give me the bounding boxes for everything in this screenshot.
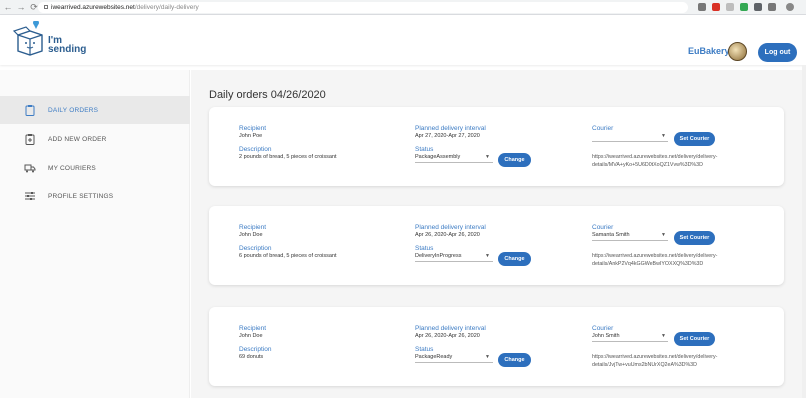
main-content: Daily orders 04/26/2020 Recipient John P… (191, 70, 806, 398)
courier-label: Courier (592, 125, 614, 132)
chevron-down-icon[interactable]: ▼ (485, 253, 490, 259)
chevron-down-icon[interactable]: ▼ (661, 232, 666, 238)
interval-label: Planned delivery interval (415, 325, 486, 332)
truck-icon (24, 164, 36, 173)
status-select-underline (415, 162, 493, 163)
recipient-label: Recipient (239, 325, 267, 332)
sliders-icon (25, 192, 35, 200)
courier-label: Courier (592, 325, 614, 332)
change-status-button[interactable]: Change (498, 153, 531, 167)
delivery-details-link[interactable]: https://iwearrived.azurewebsites.net/del… (592, 353, 732, 369)
set-courier-button[interactable]: Set Courier (674, 132, 715, 146)
sidebar-item-label: MY COURIERS (48, 164, 96, 172)
status-select-underline (415, 362, 493, 363)
description-value: 69 donuts (239, 354, 264, 360)
logo-text: I'm sending (48, 36, 87, 55)
page-title: Daily orders 04/26/2020 (209, 89, 326, 101)
scrollbar[interactable] (802, 65, 806, 398)
extension-red-icon[interactable] (726, 3, 734, 11)
extension-green-icon[interactable] (754, 3, 762, 11)
interval-value: Apr 27, 2020-Apr 27, 2020 (415, 133, 480, 139)
description-label: Description (239, 346, 272, 353)
sidebar-item-label: ADD NEW ORDER (48, 135, 107, 143)
courier-select[interactable]: John Smith (592, 333, 620, 339)
courier-select-underline (592, 341, 668, 342)
interval-label: Planned delivery interval (415, 125, 486, 132)
delivery-details-link[interactable]: https://iwearrived.azurewebsites.net/del… (592, 252, 732, 268)
order-card: Recipient John Doe Planned delivery inte… (209, 206, 784, 285)
sidebar-item-label: DAILY ORDERS (48, 106, 99, 114)
status-select[interactable]: PackageAssembly (415, 154, 460, 160)
recipient-label: Recipient (239, 125, 267, 132)
interval-value: Apr 26, 2020-Apr 26, 2020 (415, 232, 480, 238)
sidebar: DAILY ORDERS ADD NEW ORDER MY COURIERS P… (0, 70, 190, 398)
description-label: Description (239, 245, 272, 252)
profile-avatar[interactable] (786, 3, 794, 11)
address-bar[interactable]: iwearrived.azurewebsites.net/delivery/da… (38, 2, 688, 13)
chevron-down-icon[interactable]: ▼ (485, 354, 490, 360)
change-status-button[interactable]: Change (498, 252, 531, 266)
box-logo-icon (12, 21, 43, 56)
description-value: 6 pounds of bread, 5 pieces of croissant (239, 253, 337, 259)
chevron-down-icon[interactable]: ▼ (661, 333, 666, 339)
logo-line-2: sending (48, 44, 87, 55)
sidebar-item-add-new-order[interactable]: ADD NEW ORDER (0, 125, 190, 153)
order-card: Recipient John Doe Planned delivery inte… (209, 307, 784, 386)
recipient-value: John Doe (239, 232, 263, 238)
courier-select[interactable]: Samanta Smith (592, 232, 630, 238)
description-label: Description (239, 146, 272, 153)
sidebar-item-my-couriers[interactable]: MY COURIERS (0, 154, 190, 182)
star-icon[interactable] (712, 3, 720, 11)
recipient-label: Recipient (239, 224, 267, 231)
order-card: Recipient John Poe Planned delivery inte… (209, 107, 784, 186)
search-icon[interactable] (698, 3, 706, 11)
company-logo (728, 42, 747, 61)
courier-select-underline (592, 141, 668, 142)
add-clipboard-icon (25, 134, 35, 145)
status-label: Status (415, 346, 434, 353)
company-name[interactable]: EuBakery (688, 46, 730, 56)
change-status-button[interactable]: Change (498, 353, 531, 367)
status-select[interactable]: DeliveryInProgress (415, 253, 461, 259)
url-path: /delivery/daily-delivery (134, 4, 199, 11)
delivery-details-link[interactable]: https://iwearrived.azurewebsites.net/del… (592, 153, 732, 169)
back-icon[interactable]: ← (3, 1, 13, 13)
clipboard-icon (25, 105, 35, 116)
courier-label: Courier (592, 224, 614, 231)
sidebar-item-label: PROFILE SETTINGS (48, 192, 114, 200)
recipient-value: John Poe (239, 133, 263, 139)
recipient-value: John Doe (239, 333, 263, 339)
url-host: iwearrived.azurewebsites.net (51, 4, 135, 11)
sidebar-item-profile-settings[interactable]: PROFILE SETTINGS (0, 182, 190, 210)
set-courier-button[interactable]: Set Courier (674, 231, 715, 245)
status-label: Status (415, 146, 434, 153)
interval-label: Planned delivery interval (415, 224, 486, 231)
forward-icon[interactable]: → (16, 1, 26, 13)
status-select[interactable]: PackageReady (415, 354, 452, 360)
browser-toolbar: ← → ⟳ iwearrived.azurewebsites.net/deliv… (0, 0, 806, 15)
extension-gray-icon[interactable] (740, 3, 748, 11)
status-select-underline (415, 261, 493, 262)
set-courier-button[interactable]: Set Courier (674, 332, 715, 346)
extension-dark-icon[interactable] (768, 3, 776, 11)
app-header: I'm sending EuBakery Log out (0, 15, 806, 65)
interval-value: Apr 26, 2020-Apr 26, 2020 (415, 333, 480, 339)
lock-icon (44, 5, 48, 10)
logout-button[interactable]: Log out (758, 43, 797, 62)
status-label: Status (415, 245, 434, 252)
sidebar-item-daily-orders[interactable]: DAILY ORDERS (0, 96, 190, 124)
chevron-down-icon[interactable]: ▼ (485, 154, 490, 160)
courier-select-underline (592, 240, 668, 241)
chevron-down-icon[interactable]: ▼ (661, 133, 666, 139)
description-value: 2 pounds of bread, 5 pieces of croissant (239, 154, 337, 160)
